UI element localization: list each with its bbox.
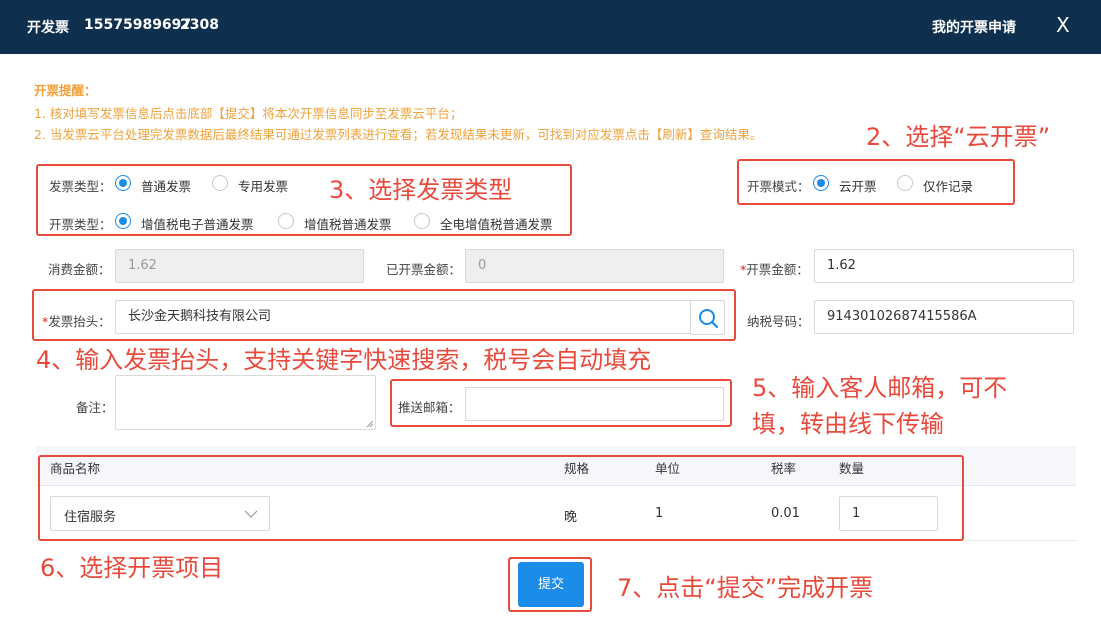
remark-textarea[interactable] xyxy=(115,375,376,430)
tax-number-label: 纳税号码： xyxy=(747,314,810,329)
invoice-amount-label: *开票金额： xyxy=(740,262,809,277)
chevron-down-icon xyxy=(244,510,258,518)
col-tax-rate: 税率 xyxy=(771,461,797,476)
radio-full-electric[interactable] xyxy=(414,213,430,229)
radio-vat-normal[interactable] xyxy=(278,213,294,229)
close-icon[interactable]: X xyxy=(1056,13,1070,37)
email-label: 推送邮箱： xyxy=(398,400,461,415)
cell-unit: 1 xyxy=(655,506,664,521)
notice-title: 开票提醒： xyxy=(34,83,97,98)
annotation-step-3: 3、选择发票类型 xyxy=(329,176,513,204)
submit-button[interactable]: 提交 xyxy=(518,562,584,607)
cell-spec: 晚 xyxy=(564,510,578,525)
radio-cloud-billing[interactable] xyxy=(813,175,829,191)
consume-amount-field: 1.62 xyxy=(115,249,364,283)
room-code: 2308 xyxy=(180,17,219,33)
issued-amount-field: 0 xyxy=(465,249,724,283)
resize-handle-icon xyxy=(366,420,374,428)
annotation-step-5-line1: 5、输入客人邮箱，可不 xyxy=(752,374,1008,402)
remark-label: 备注： xyxy=(76,400,114,415)
goods-select-value: 住宿服务 xyxy=(64,510,117,525)
radio-full-electric-label[interactable]: 全电增值税普通发票 xyxy=(440,214,553,233)
email-input[interactable] xyxy=(465,387,724,421)
radio-normal-invoice-label[interactable]: 普通发票 xyxy=(141,176,191,195)
radio-record-only-label[interactable]: 仅作记录 xyxy=(923,176,973,195)
col-unit: 单位 xyxy=(655,461,681,476)
invoice-title-input[interactable]: 长沙金天鹅科技有限公司 xyxy=(115,300,691,334)
annotation-step-4: 4、输入发票抬头，支持关键字快速搜索，税号会自动填充 xyxy=(36,346,652,374)
radio-special-invoice-label[interactable]: 专用发票 xyxy=(238,176,288,195)
radio-vat-electronic-label[interactable]: 增值税电子普通发票 xyxy=(141,214,254,233)
invoice-type-label: 发票类型： xyxy=(49,179,112,194)
radio-record-only[interactable] xyxy=(897,175,913,191)
radio-vat-electronic[interactable] xyxy=(115,213,131,229)
annotation-step-6: 6、选择开票项目 xyxy=(40,554,224,582)
radio-cloud-billing-label[interactable]: 云开票 xyxy=(839,176,877,195)
col-goods-name: 商品名称 xyxy=(50,461,101,476)
consume-amount-label: 消费金额： xyxy=(48,262,111,277)
annotation-step-7: 7、点击“提交”完成开票 xyxy=(617,574,874,602)
goods-table-header xyxy=(36,446,1076,486)
customer-phone: 15575989697 xyxy=(84,17,192,33)
dialog-title: 开发票 xyxy=(27,20,69,36)
billing-mode-label: 开票模式： xyxy=(747,179,810,194)
quantity-input[interactable]: 1 xyxy=(839,496,938,531)
my-invoice-apply-link[interactable]: 我的开票申请 xyxy=(932,17,1016,37)
goods-select[interactable]: 住宿服务 xyxy=(50,496,270,531)
invoice-amount-field[interactable]: 1.62 xyxy=(814,249,1074,283)
invoice-title-label: *发票抬头： xyxy=(42,314,111,329)
col-spec: 规格 xyxy=(564,461,590,476)
issued-amount-label: 已开票金额： xyxy=(386,262,462,277)
notice-line-1: 1. 核对填写发票信息后点击底部【提交】将本次开票信息同步至发票云平台； xyxy=(34,106,463,121)
radio-normal-invoice[interactable] xyxy=(115,175,131,191)
annotation-step-5-line2: 填，转由线下传输 xyxy=(752,410,944,438)
search-button[interactable] xyxy=(690,300,725,335)
col-quantity: 数量 xyxy=(839,461,865,476)
radio-vat-normal-label[interactable]: 增值税普通发票 xyxy=(304,214,392,233)
radio-special-invoice[interactable] xyxy=(212,175,228,191)
billing-type-label: 开票类型： xyxy=(49,217,112,232)
search-icon xyxy=(699,309,719,329)
table-divider xyxy=(36,540,1076,541)
cell-tax-rate: 0.01 xyxy=(771,506,800,521)
annotation-step-2: 2、选择“云开票” xyxy=(866,123,1051,151)
notice-line-2: 2. 当发票云平台处理完发票数据后最终结果可通过发票列表进行查看；若发现结果未更… xyxy=(34,127,763,142)
dialog-header: 开发票 15575989697 2308 我的开票申请 X xyxy=(0,0,1101,54)
tax-number-field[interactable]: 91430102687415586A xyxy=(814,300,1074,334)
